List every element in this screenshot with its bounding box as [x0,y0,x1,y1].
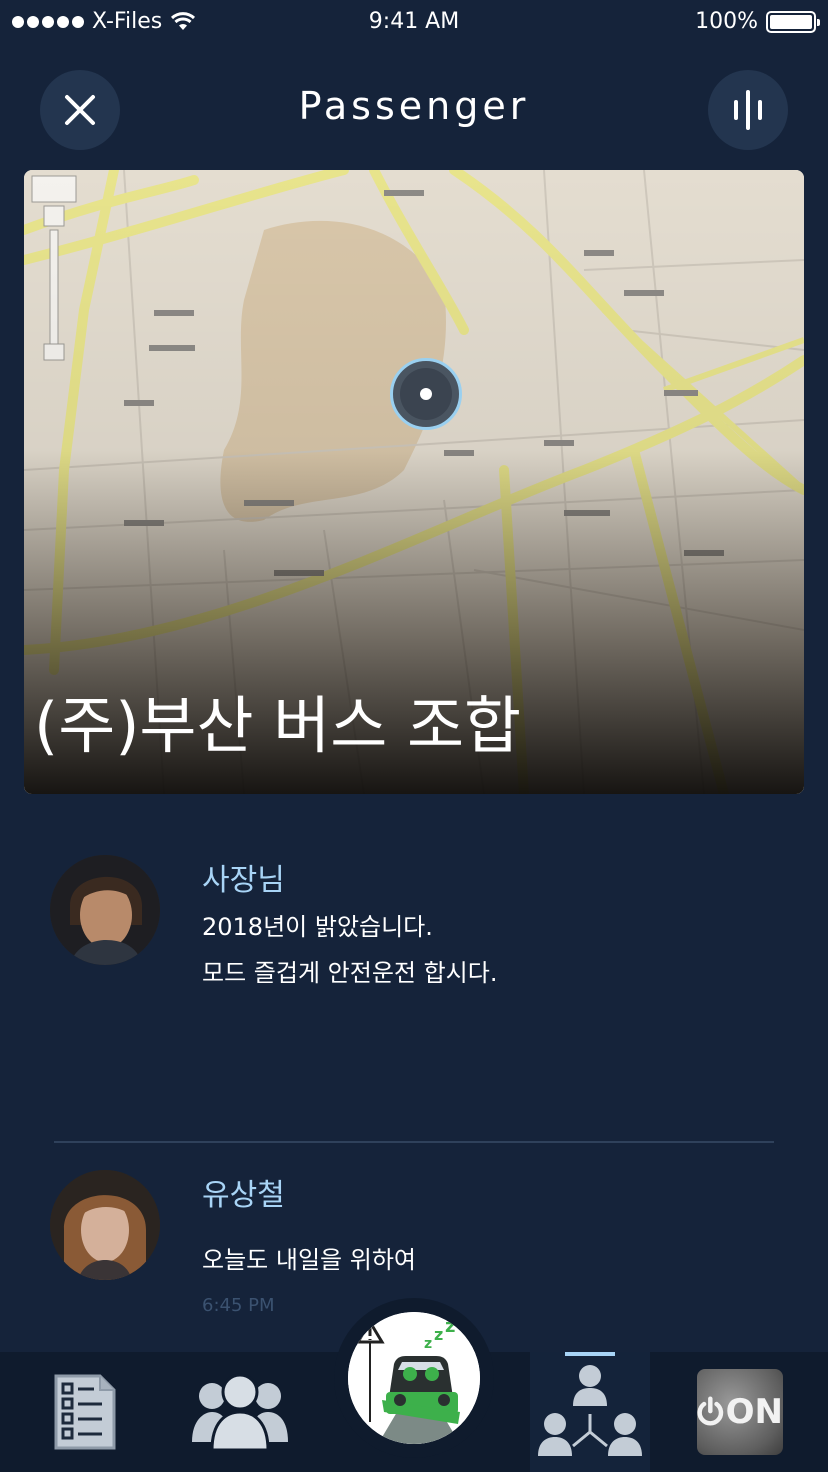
group-icon [192,1373,288,1452]
checklist-icon [54,1374,116,1450]
svg-text:z: z [445,1316,455,1337]
power-on-icon: ON [697,1369,783,1455]
message-sender: 유상철 [202,1178,285,1213]
message-text-line: 2018년이 밝았습니다. [202,913,433,941]
tab-organization[interactable] [530,1352,650,1472]
svg-text:z: z [424,1336,432,1352]
header: Passenger [0,70,828,150]
tab-selected-indicator [565,1352,615,1356]
divider [54,1141,774,1143]
center-fab-inner: z z z [348,1312,480,1444]
battery-icon [766,10,820,33]
power-label: ON [725,1392,783,1432]
tab-checklist[interactable] [30,1352,140,1472]
message-text-line: 오늘도 내일을 위하여 [202,1246,416,1274]
map-card[interactable]: (주)부산 버스 조합 [24,170,804,794]
status-right: 100% [695,9,820,34]
message-item[interactable]: 사장님 2018년이 밝았습니다. 모드 즐겁게 안전운전 합시다. [50,855,790,995]
audio-menu-button[interactable] [708,70,788,150]
message-text-line: 모드 즐겁게 안전운전 합시다. [202,959,498,987]
audio-bars-icon [734,90,762,130]
avatar [50,855,160,965]
message-timestamp: 6:45 PM [202,1295,275,1316]
message-sender: 사장님 [202,863,285,898]
tab-power[interactable]: ON [690,1352,790,1472]
avatar [50,1170,160,1280]
page-title: Passenger [298,84,530,128]
tab-group[interactable] [180,1352,300,1472]
battery-percent: 100% [695,9,758,34]
drowsy-driver-button[interactable]: z z z [334,1298,494,1458]
status-bar: X-Files 9:41 AM 100% [0,0,828,44]
svg-text:z: z [434,1325,443,1344]
map-title: (주)부산 버스 조합 [34,689,522,762]
drowsy-driver-icon: z z z [348,1312,480,1444]
location-pin-icon [390,358,462,430]
org-chart-icon [538,1365,642,1456]
